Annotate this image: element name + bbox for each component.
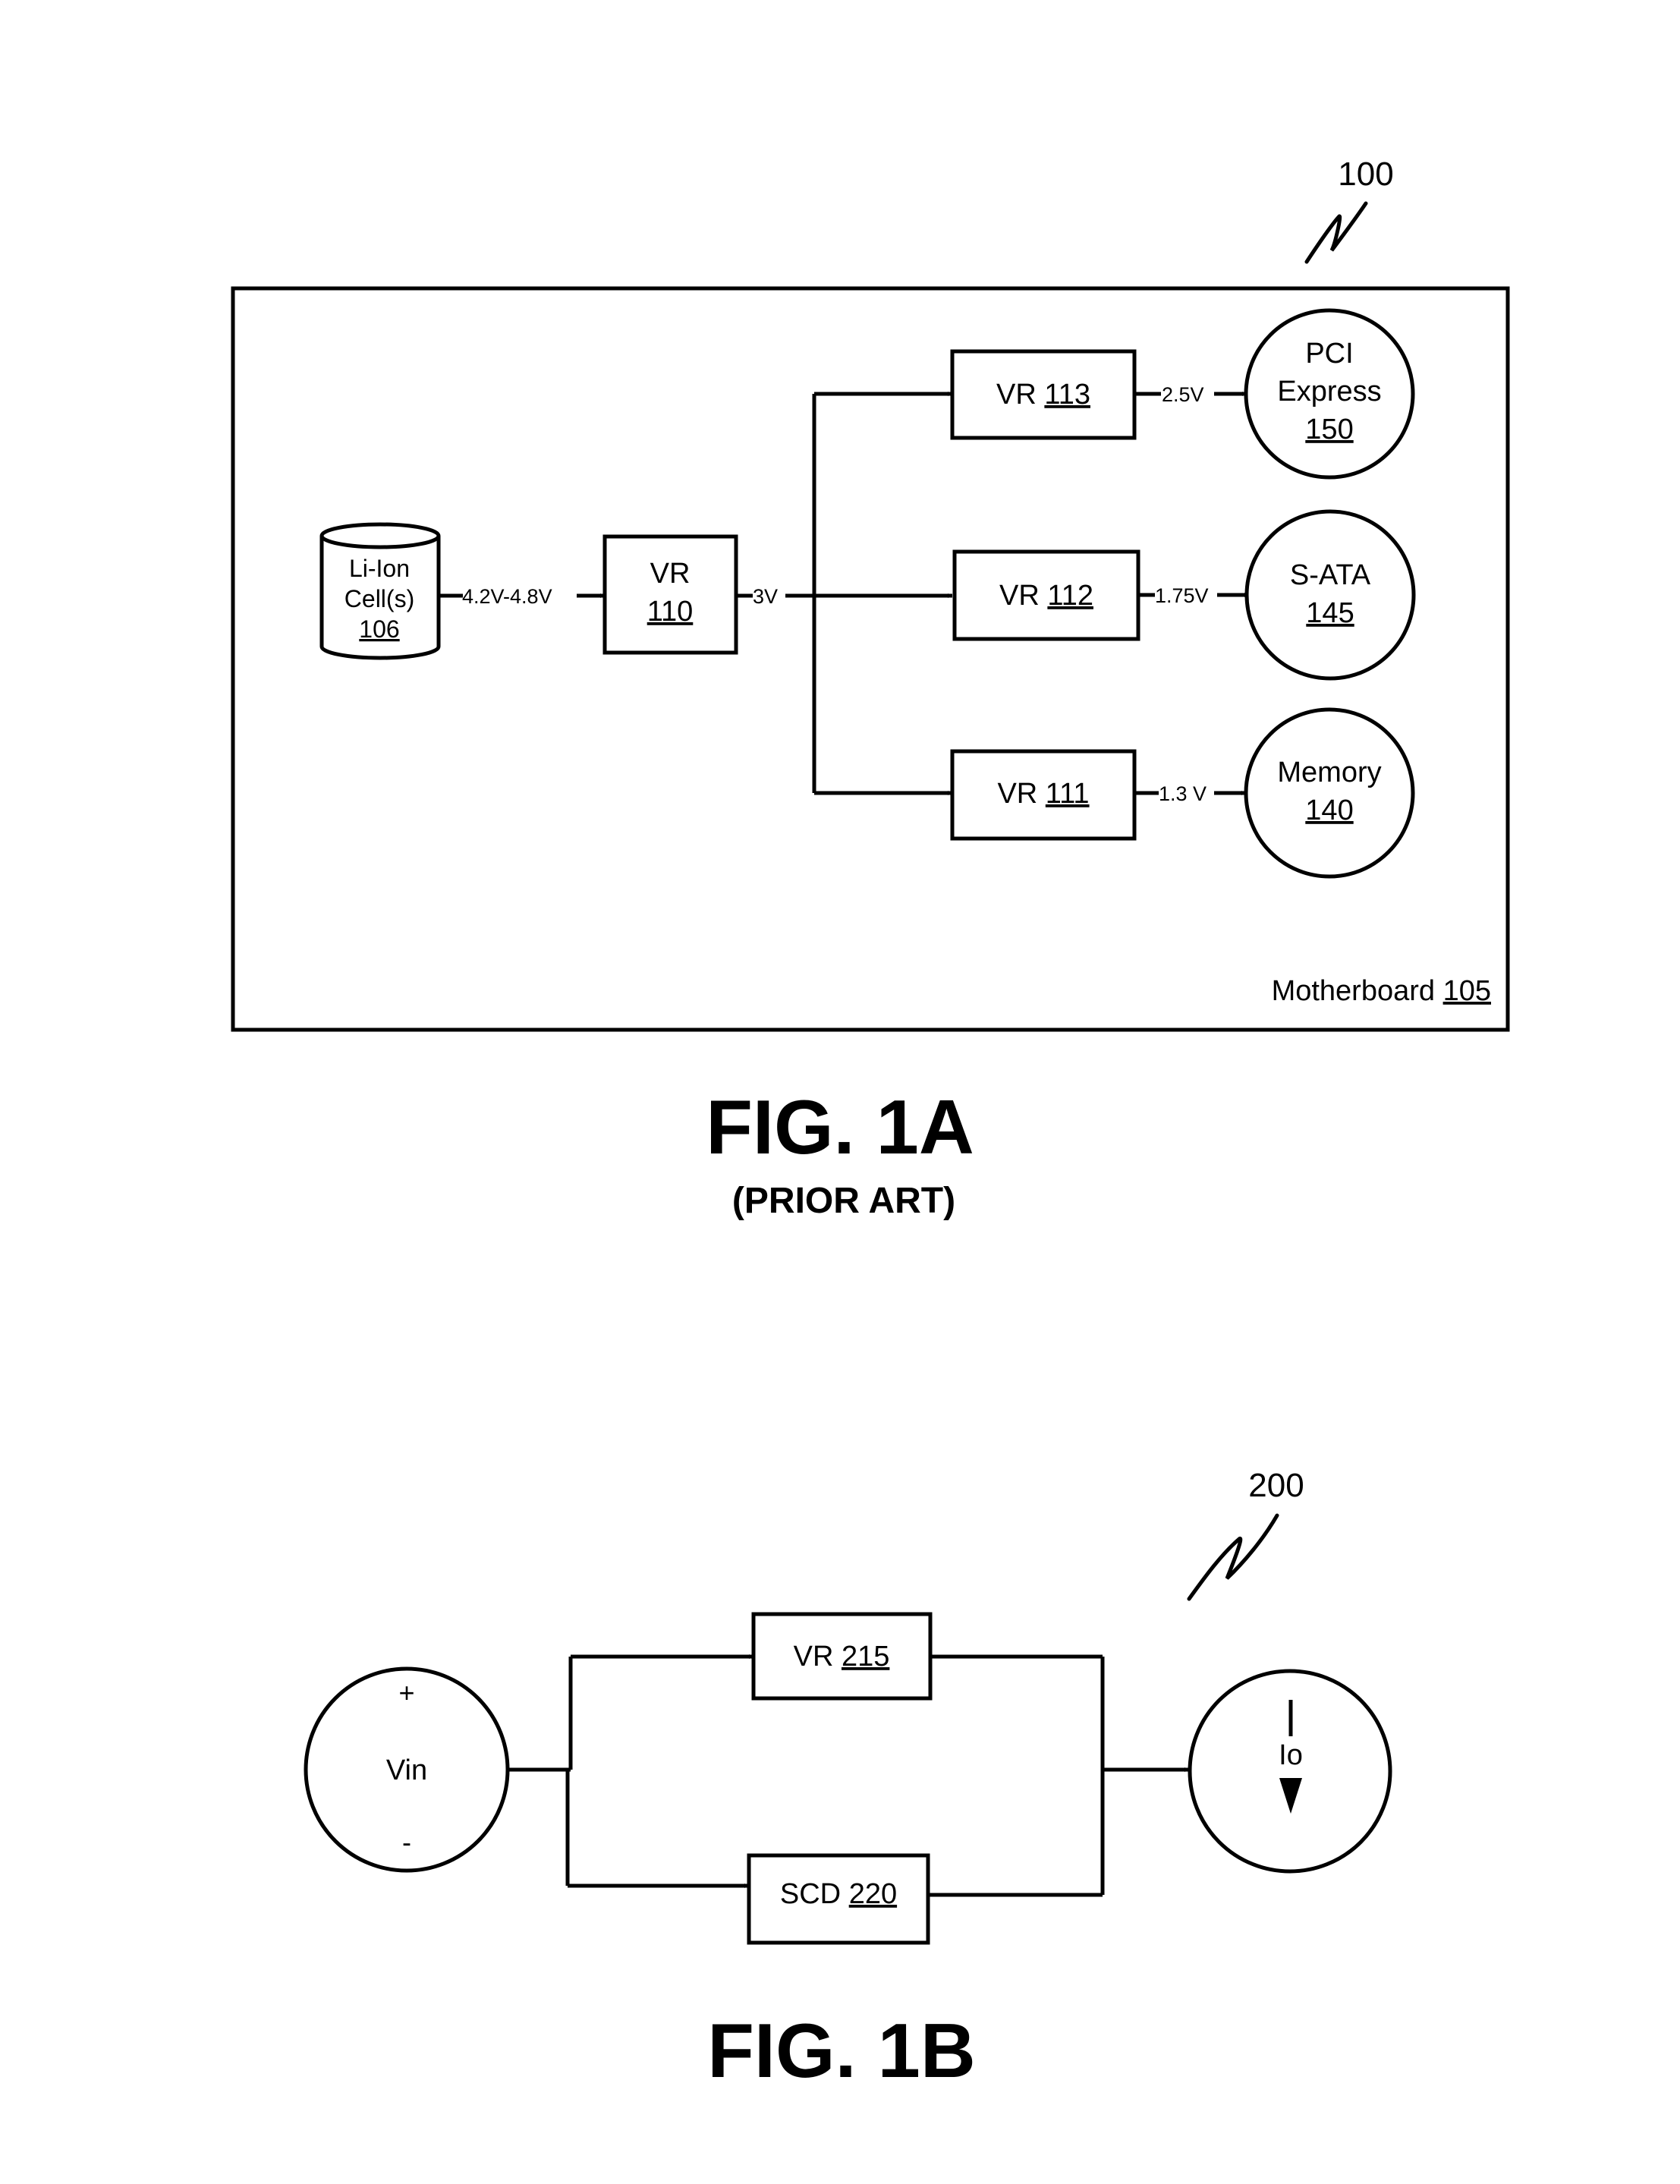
vin-label: Vin [386,1754,427,1786]
battery-ref: 106 [359,615,399,643]
plus-sign: + [398,1677,414,1708]
patent-drawing-sheet: 100 Motherboard 105 Li-Ion Cell(s) 106 4… [231,156,1510,2094]
pci-express-line1: PCI [1305,338,1353,370]
battery-label-line1: Li-Ion [349,555,410,582]
memory-line1: Memory [1277,757,1381,788]
memory-load: Memory 140 [1244,707,1415,879]
scd-220-block: SCD 220 [747,1853,930,1945]
vin-source: + Vin - [304,1666,510,1873]
scd-220-label: SCD 220 [780,1878,897,1910]
vr-111-label: VR 111 [997,778,1089,810]
pci-express-ref: 150 [1305,414,1353,445]
reference-numeral-100: 100 [1338,156,1393,193]
vr-111-voltage-label: 1.3 V [1159,782,1207,805]
io-label: Io [1279,1739,1303,1771]
reference-numeral-200: 200 [1248,1467,1304,1504]
vr-110-name: VR [650,558,691,590]
s-ata-line1: S-ATA [1290,559,1371,591]
main-voltage-label: 3V [753,585,778,608]
vr-112-block: VR 112 [952,549,1140,641]
pci-express-load: PCI Express 150 [1244,308,1415,480]
leader-squiggle-icon [1187,1513,1279,1601]
vr-110-block: VR 110 [602,534,738,655]
battery-voltage-label: 4.2V-4.8V [462,585,552,608]
pci-express-line2: Express [1277,376,1381,408]
motherboard-label: Motherboard 105 [1272,975,1491,1007]
vr-111-block: VR 111 [950,749,1137,841]
vr-110-ref: 110 [647,596,694,628]
vr-113-block: VR 113 [950,349,1137,440]
io-current-load: Io [1188,1669,1392,1874]
battery-cylinder: Li-Ion Cell(s) 106 [319,522,441,660]
vr-215-label: VR 215 [794,1641,890,1673]
figure-1a: 100 Motherboard 105 Li-Ion Cell(s) 106 4… [231,156,1510,1221]
vr-215-block: VR 215 [751,1612,933,1701]
vr-112-voltage-label: 1.75V [1155,584,1209,607]
figure-1b: 200 + Vin - VR 215 SCD 220 Io FIG. 1B [304,1467,1392,2094]
figure-1b-caption: FIG. 1B [707,2009,976,2094]
leader-squiggle-icon [1304,201,1368,264]
memory-ref: 140 [1305,795,1353,826]
battery-label-line2: Cell(s) [344,585,414,612]
vr-113-label: VR 113 [996,379,1090,411]
minus-sign: - [402,1827,411,1858]
figure-1a-caption: FIG. 1A [706,1085,974,1170]
s-ata-ref: 145 [1306,597,1354,629]
vr-112-label: VR 112 [999,580,1093,612]
vr-113-voltage-label: 2.5V [1162,383,1204,406]
figure-1a-subcaption: (PRIOR ART) [732,1181,955,1221]
s-ata-load: S-ATA 145 [1244,509,1416,681]
